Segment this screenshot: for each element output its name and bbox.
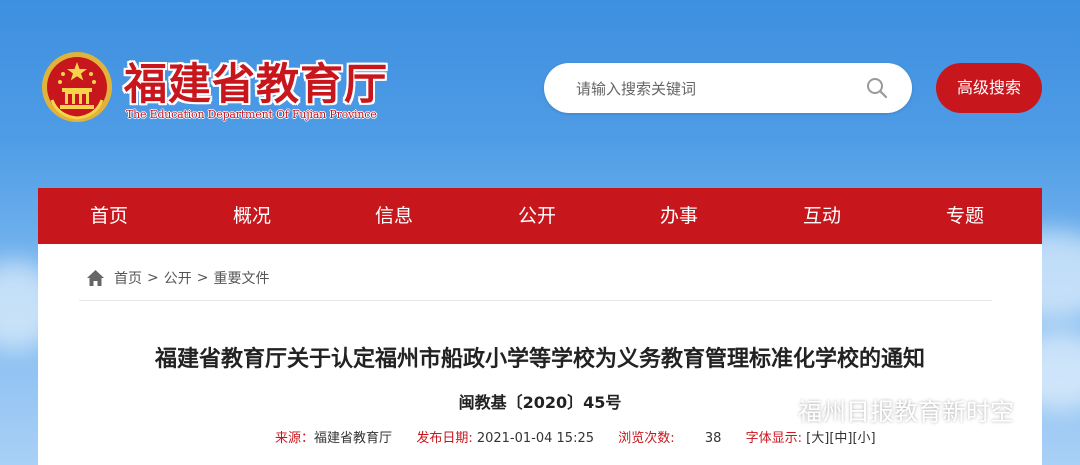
national-emblem-icon [42,52,112,122]
breadcrumb-item-public[interactable]: 公开 [164,268,192,288]
font-size-label: 字体显示: [745,431,803,446]
date-label: 发布日期: [416,431,473,446]
nav-item-overview[interactable]: 概况 [202,188,302,244]
advanced-search-button[interactable]: 高级搜索 [936,63,1042,113]
watermark-text: 福州日报教育新时空 [798,398,1014,426]
search-box[interactable] [544,63,912,113]
search-icon[interactable] [866,77,888,99]
font-size-medium-button[interactable]: [中] [829,431,852,446]
nav-item-topics[interactable]: 专题 [915,188,1015,244]
breadcrumb-item-home[interactable]: 首页 [114,268,142,288]
font-size-small-button[interactable]: [小] [852,431,875,446]
breadcrumb: 首页 > 公开 > 重要文件 [87,268,269,288]
nav-item-interaction[interactable]: 互动 [772,188,872,244]
breadcrumb-separator: > [147,270,159,286]
main-nav: 首页 概况 信息 公开 办事 互动 专题 [38,188,1042,244]
wechat-icon [752,395,791,424]
breadcrumb-item-important-files[interactable]: 重要文件 [213,268,269,288]
source-label: 来源： [275,431,315,446]
watermark: 福州日报教育新时空 [752,392,1014,427]
search-input[interactable] [574,76,858,102]
views-label: 浏览次数: [618,431,675,446]
nav-item-information[interactable]: 信息 [344,188,444,244]
nav-item-services[interactable]: 办事 [629,188,729,244]
article-meta: 来源：福建省教育厅 发布日期: 2021-01-04 15:25 浏览次数: 3… [275,427,876,446]
site-subtitle: The Education Department Of Fujian Provi… [126,108,377,121]
content-panel: 首页 > 公开 > 重要文件 福建省教育厅关于认定福州市船政小学等学校为义务教育… [38,244,1042,465]
source-value: 福建省教育厅 [314,431,393,446]
site-title: 福建省教育厅 [124,60,388,110]
date-value: 2021-01-04 15:25 [476,431,594,446]
nav-item-public[interactable]: 公开 [487,188,587,244]
home-icon [87,270,104,286]
views-value: 38 [704,431,722,446]
article-title: 福建省教育厅关于认定福州市船政小学等学校为义务教育管理标准化学校的通知 [154,347,925,372]
divider [79,300,992,301]
nav-item-home[interactable]: 首页 [59,188,159,244]
font-size-large-button[interactable]: [大] [806,431,829,446]
breadcrumb-separator: > [196,270,209,286]
